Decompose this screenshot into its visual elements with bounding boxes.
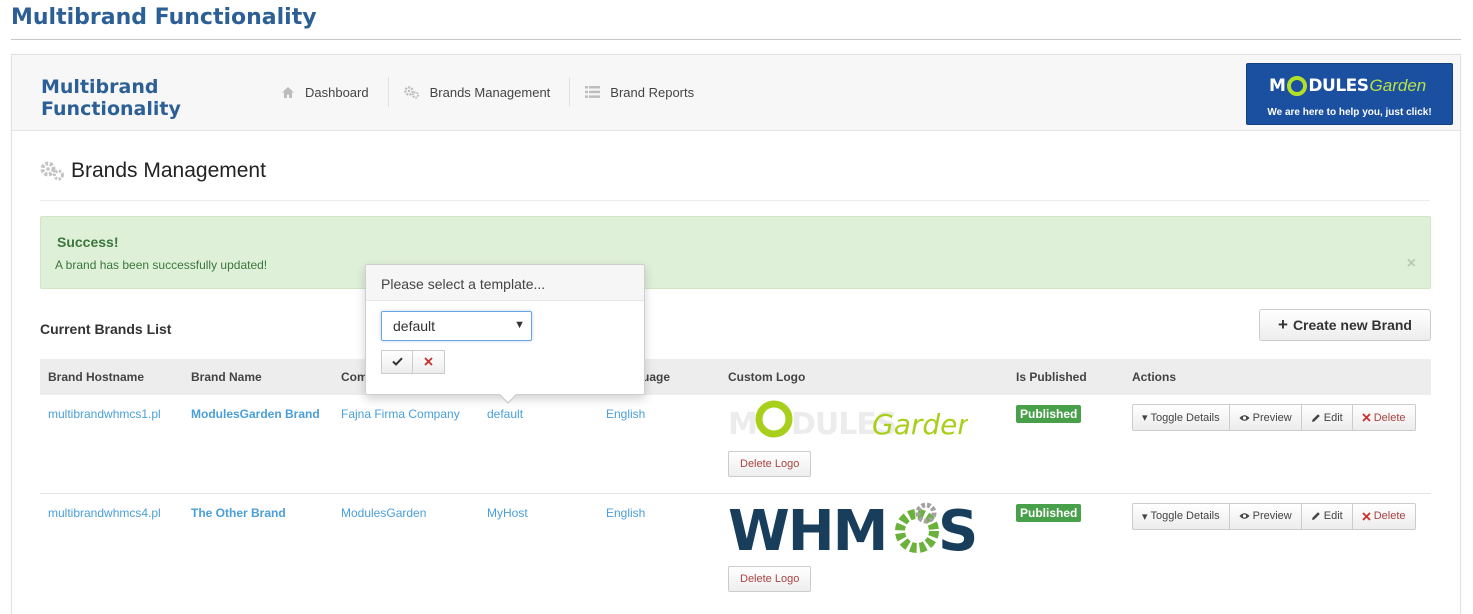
brand-logo-whmcs: WHM S	[728, 499, 1008, 564]
module-topbar: Multibrand Functionality Dashboard Brand…	[12, 55, 1460, 131]
plus-icon: +	[1278, 315, 1288, 334]
nav-brand-reports[interactable]: Brand Reports	[570, 77, 713, 107]
status-badge: Published	[1016, 405, 1082, 423]
col-actions: Actions	[1124, 359, 1431, 395]
eye-icon	[1239, 512, 1250, 520]
brand-name-link[interactable]: ModulesGarden Brand	[191, 407, 320, 421]
table-row: multibrandwhmcs1.pl ModulesGarden Brand …	[40, 395, 1431, 493]
x-icon	[1362, 511, 1371, 521]
brand-template-link[interactable]: MyHost	[487, 506, 528, 520]
template-select[interactable]: default ▼	[381, 311, 532, 341]
brand-logo-modulesgarden: M DULES Garden	[728, 400, 1008, 445]
brand-language-link[interactable]: English	[606, 407, 645, 421]
nav-brand-reports-label: Brand Reports	[610, 84, 695, 100]
status-badge: Published	[1016, 503, 1082, 522]
logo-ring-icon	[1287, 76, 1308, 96]
check-icon	[391, 353, 403, 371]
col-custom-logo: Custom Logo	[720, 359, 1008, 395]
caret-down-icon: ▾	[1142, 510, 1148, 523]
edit-button[interactable]: Edit	[1301, 404, 1353, 431]
brand-name-link[interactable]: The Other Brand	[191, 506, 286, 520]
delete-logo-button[interactable]: Delete Logo	[728, 565, 812, 592]
brand-template-link[interactable]: default	[487, 407, 523, 421]
cancel-button[interactable]	[413, 350, 445, 374]
edit-button[interactable]: Edit	[1301, 502, 1353, 530]
caret-down-icon: ▾	[1142, 412, 1148, 424]
delete-logo-button[interactable]: Delete Logo	[728, 451, 812, 477]
modulesgarden-banner[interactable]: M DULES Garden We are here to help you, …	[1246, 63, 1453, 125]
caret-down-icon: ▼	[514, 319, 525, 331]
col-brand-hostname[interactable]: Brand Hostname	[40, 359, 183, 395]
pencil-icon	[1311, 413, 1321, 423]
popover-arrow	[498, 393, 518, 404]
svg-text:WHM: WHM	[728, 499, 886, 557]
popover-buttons	[381, 350, 445, 374]
popover-title: Please select a template...	[366, 265, 644, 301]
template-select-popover: Please select a template... default ▼	[365, 264, 645, 404]
alert-title: Success!	[57, 234, 119, 250]
banner-tagline: We are here to help you, just click!	[1267, 107, 1432, 118]
nav-brands-management[interactable]: Brands Management	[389, 77, 571, 107]
create-new-brand-button[interactable]: + Create new Brand	[1259, 309, 1431, 341]
table-header-row: Brand Hostname Brand Name Com t Language…	[40, 359, 1431, 395]
gears-icon	[403, 85, 420, 99]
module-nav: Dashboard Brands Management Brand Report…	[266, 77, 713, 107]
module-panel: Multibrand Functionality Dashboard Brand…	[11, 54, 1461, 614]
page-title: Multibrand Functionality	[11, 5, 317, 30]
table-row: multibrandwhmcs4.pl The Other Brand Modu…	[40, 492, 1431, 603]
x-icon	[424, 353, 433, 371]
toggle-details-button[interactable]: ▾ Toggle Details	[1132, 502, 1230, 530]
modulesgarden-logo: M DULES Garden	[1269, 76, 1427, 96]
section-divider	[40, 200, 1430, 201]
template-select-value: default	[393, 318, 436, 334]
nav-brands-management-label: Brands Management	[429, 84, 551, 100]
brand-hostname-link[interactable]: multibrandwhmcs4.pl	[48, 506, 161, 520]
toggle-details-button[interactable]: ▾ Toggle Details	[1132, 404, 1230, 431]
brands-table: Brand Hostname Brand Name Com t Language…	[40, 359, 1431, 603]
eye-icon	[1239, 414, 1250, 422]
home-icon	[281, 86, 295, 99]
delete-button[interactable]: Delete	[1352, 502, 1416, 530]
delete-button[interactable]: Delete	[1352, 404, 1416, 431]
x-icon	[1362, 413, 1371, 422]
brands-list-title: Current Brands List	[40, 321, 172, 337]
list-icon	[585, 86, 601, 98]
nav-dashboard[interactable]: Dashboard	[266, 77, 389, 107]
gears-icon	[40, 161, 65, 181]
section-heading: Brands Management	[40, 159, 266, 183]
svg-text:M: M	[728, 407, 758, 442]
preview-button[interactable]: Preview	[1229, 502, 1302, 530]
svg-text:Garden: Garden	[872, 408, 968, 441]
section-title: Brands Management	[71, 159, 266, 182]
title-divider	[11, 39, 1461, 40]
row-actions: ▾ Toggle Details Preview Edit Delete	[1132, 502, 1416, 530]
brand-language-link[interactable]: English	[606, 506, 645, 520]
col-is-published[interactable]: Is Published	[1008, 359, 1124, 395]
module-name[interactable]: Multibrand Functionality	[41, 76, 211, 120]
close-icon[interactable]: ×	[1407, 255, 1416, 273]
nav-dashboard-label: Dashboard	[305, 84, 369, 100]
alert-message: A brand has been successfully updated!	[55, 258, 268, 272]
brand-company-link[interactable]: ModulesGarden	[341, 506, 426, 520]
confirm-button[interactable]	[381, 350, 413, 374]
success-alert: Success! A brand has been successfully u…	[40, 216, 1431, 289]
svg-text:S: S	[938, 499, 978, 557]
row-actions: ▾ Toggle Details Preview Edit Delete	[1132, 404, 1416, 431]
preview-button[interactable]: Preview	[1229, 404, 1302, 431]
brand-hostname-link[interactable]: multibrandwhmcs1.pl	[48, 407, 161, 421]
pencil-icon	[1311, 511, 1321, 521]
col-brand-name[interactable]: Brand Name	[183, 359, 333, 395]
brand-company-link[interactable]: Fajna Firma Company	[341, 407, 460, 421]
